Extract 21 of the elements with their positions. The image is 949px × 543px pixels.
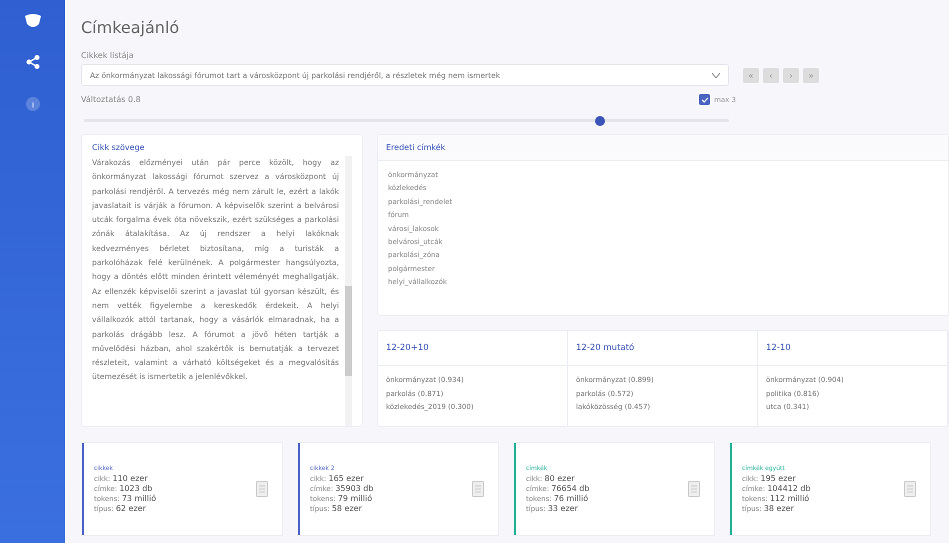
page-title: Címkeajánló <box>81 18 180 37</box>
document-icon <box>472 481 484 497</box>
panel-title: Cikk szövege <box>92 143 146 152</box>
scrollbar[interactable] <box>345 156 352 426</box>
pager-button[interactable]: › <box>783 68 799 82</box>
field-label: Cikkek listája <box>81 51 135 60</box>
panel-title: Eredeti címkék <box>378 135 948 161</box>
pager-button[interactable]: » <box>803 68 819 82</box>
document-icon <box>904 481 916 497</box>
model-title: 12-20+10 <box>378 331 567 366</box>
model-title: 12-10 <box>758 331 947 366</box>
pager-button[interactable]: ‹ <box>763 68 779 82</box>
document-icon <box>256 481 268 497</box>
document-icon <box>688 481 700 497</box>
slider-thumb[interactable] <box>595 116 605 126</box>
model-title: 12-20 mutató <box>568 331 757 366</box>
slider-label: Változtatás 0.8 <box>81 95 141 104</box>
caret-icon <box>712 72 720 78</box>
logo-icon <box>22 14 42 30</box>
checkbox[interactable] <box>699 94 710 105</box>
pager-button[interactable]: « <box>743 68 759 82</box>
